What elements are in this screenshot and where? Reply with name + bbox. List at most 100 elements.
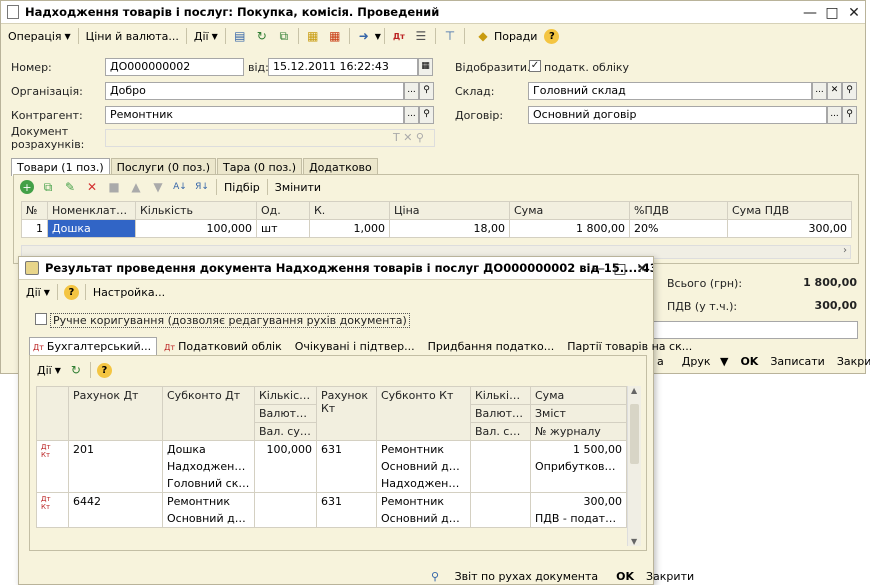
row-credit-account[interactable]: 631	[316, 440, 377, 493]
row-journal[interactable]	[530, 475, 627, 493]
scroll-right-icon[interactable]: ›	[843, 245, 847, 256]
end-edit-icon[interactable]: ■	[106, 179, 122, 195]
col-journal[interactable]: № журналу	[530, 422, 627, 441]
row-content[interactable]: Оприбутковані...	[530, 458, 627, 475]
col-coef[interactable]: К.	[309, 201, 390, 220]
tab-batches[interactable]: Партії товарів на ск...	[561, 337, 698, 355]
print-preview-icon[interactable]: ▤	[232, 28, 248, 44]
dt-kt-icon[interactable]: Дт	[391, 28, 407, 44]
date-field[interactable]: 15.12.2011 16:22:43	[268, 58, 418, 76]
col-nomenclature[interactable]: Номенклатура	[47, 201, 136, 220]
minimize-icon[interactable]: —	[799, 6, 821, 20]
col-currency-credit[interactable]: Валюта Кт	[470, 404, 531, 423]
col-sum[interactable]: Сума	[530, 386, 627, 405]
organization-field[interactable]: Добро	[105, 82, 404, 100]
refresh-icon-dialog[interactable]: ↻	[68, 362, 84, 378]
edit-icon[interactable]: ✎	[62, 179, 78, 195]
col-curr-sum-credit[interactable]: Вал. сум...	[470, 422, 531, 441]
row-vat-sum[interactable]: 300,00	[727, 219, 852, 238]
refresh-icon[interactable]: ↻	[254, 28, 270, 44]
row-vat-rate[interactable]: 20%	[629, 219, 728, 238]
number-field[interactable]: ДО000000002	[105, 58, 244, 76]
col-curr-sum-debit[interactable]: Вал. сум...	[254, 422, 317, 441]
dialog-ok-button[interactable]: OK	[610, 570, 640, 583]
scroll-down-icon[interactable]: ▼	[631, 537, 637, 546]
organization-search-icon[interactable]: ⚲	[419, 82, 434, 100]
settings-button[interactable]: Настройка...	[89, 282, 169, 302]
col-currency-debit[interactable]: Валюта ...	[254, 404, 317, 423]
actions-menu[interactable]: Дії ▼	[190, 26, 222, 46]
close-icon[interactable]: ✕	[843, 6, 865, 20]
col-credit-subconto[interactable]: Субконто Кт	[376, 386, 471, 441]
row-credit-subconto-1[interactable]: Ремонтник	[376, 440, 471, 458]
row-quantity[interactable]	[254, 492, 317, 528]
save-button[interactable]: Записати	[764, 355, 830, 368]
row-sum[interactable]: 300,00	[530, 492, 627, 510]
row-content[interactable]: ПДВ - податко...	[530, 510, 627, 528]
warehouse-field[interactable]: Головний склад	[528, 82, 812, 100]
col-vat-rate[interactable]: %ПДВ	[629, 201, 728, 220]
sort-desc-icon[interactable]: Я↓	[194, 179, 210, 195]
row-credit-subconto-2[interactable]: Основний дог...	[376, 458, 471, 475]
row-debit-subconto-2[interactable]: Надходження ...	[162, 458, 255, 475]
table-row[interactable]: 1 Дошка 100,000 шт 1,000 18,00 1 800,00 …	[21, 219, 852, 238]
close-button[interactable]: Закрити	[831, 355, 870, 368]
dialog-minimize-icon[interactable]: —	[587, 262, 609, 276]
col-qty-debit[interactable]: Кількіст...	[254, 386, 317, 405]
row-credit-account[interactable]: 631	[316, 492, 377, 528]
manual-edit-checkbox[interactable]	[35, 313, 47, 325]
counterparty-select-button[interactable]: ...	[404, 106, 419, 124]
row-nomenclature[interactable]: Дошка	[47, 219, 136, 238]
col-debit-subconto[interactable]: Субконто Дт	[162, 386, 255, 441]
copy-row-icon[interactable]: ⧉	[40, 179, 56, 195]
row-quantity[interactable]: 100,000	[135, 219, 257, 238]
row-debit-account[interactable]: 201	[68, 440, 163, 493]
tax-checkbox[interactable]: ✓	[529, 60, 541, 72]
sort-asc-icon[interactable]: A↓	[172, 179, 188, 195]
col-debit-account[interactable]: Рахунок Дт	[68, 386, 163, 441]
tab-accounting[interactable]: Дт Бухгалтерський...	[29, 337, 158, 355]
structure-icon[interactable]: ⊤	[442, 28, 458, 44]
add-icon[interactable]: +	[20, 180, 34, 194]
counterparty-field[interactable]: Ремонтник	[105, 106, 404, 124]
counterparty-search-icon[interactable]: ⚲	[419, 106, 434, 124]
accounting-help-icon[interactable]: ?	[96, 362, 112, 378]
row-sum[interactable]: 1 500,00	[530, 440, 627, 458]
calendar-icon[interactable]: ▦	[418, 58, 433, 76]
contract-field[interactable]: Основний договір	[528, 106, 827, 124]
col-unit[interactable]: Од.	[256, 201, 310, 220]
row-debit-subconto-1[interactable]: Дошка	[162, 440, 255, 458]
prices-button[interactable]: Ціни й валюта...	[82, 26, 183, 46]
table-row[interactable]: Дт Кт 201 Дошка 100,000 631 Ремонтник 1 5…	[36, 440, 627, 493]
move-up-icon[interactable]: ▲	[128, 179, 144, 195]
based-on-icon[interactable]: ➜	[356, 28, 372, 44]
operation-menu[interactable]: Операція ▼	[4, 26, 75, 46]
accounting-actions-menu[interactable]: Дії ▼	[33, 360, 65, 380]
report-icon[interactable]: ☰	[413, 28, 429, 44]
col-sum[interactable]: Сума	[509, 201, 630, 220]
row-debit-account[interactable]: 6442	[68, 492, 163, 528]
warehouse-select-button[interactable]: ...	[812, 82, 827, 100]
row-qty-credit[interactable]	[470, 492, 531, 528]
tab-purchase-tax[interactable]: Придбання податко...	[422, 337, 561, 355]
dialog-maximize-icon[interactable]: □	[609, 262, 631, 276]
row-debit-subconto-1[interactable]: Ремонтник	[162, 492, 255, 510]
maximize-icon[interactable]: □	[821, 6, 843, 20]
dialog-close-icon[interactable]: ✕	[631, 262, 653, 276]
warehouse-search-icon[interactable]: ⚲	[842, 82, 857, 100]
contract-select-button[interactable]: ...	[827, 106, 842, 124]
copy-icon[interactable]: ⧉	[276, 28, 292, 44]
post-icon[interactable]: ▦	[305, 28, 321, 44]
ok-button[interactable]: OK	[734, 355, 764, 368]
help-icon[interactable]: ?	[544, 28, 560, 44]
change-button[interactable]: Змінити	[271, 177, 325, 197]
organization-select-button[interactable]: ...	[404, 82, 419, 100]
accounting-vscroll[interactable]: ▲ ▼	[627, 386, 641, 546]
contract-search-icon[interactable]: ⚲	[842, 106, 857, 124]
col-price[interactable]: Ціна	[389, 201, 510, 220]
row-quantity[interactable]: 100,000	[254, 440, 317, 493]
unpost-icon[interactable]: ▦	[327, 28, 343, 44]
row-credit-subconto-2[interactable]: Основний дог...	[376, 510, 471, 528]
select-button[interactable]: Підбір	[220, 177, 264, 197]
col-credit-account[interactable]: Рахунок Кт	[316, 386, 377, 441]
